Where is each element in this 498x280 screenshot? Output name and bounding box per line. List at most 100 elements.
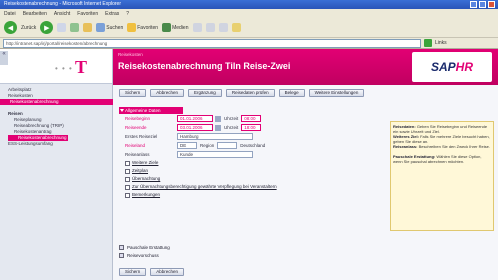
collapse-nav-icon[interactable]: « <box>0 51 8 65</box>
menu-bearbeiten[interactable]: Bearbeiten <box>23 11 47 17</box>
trip-start-label: Reisebeginn <box>125 116 151 121</box>
top-nav: Arbeitsplatz Reisekosten Reisekostenabre… <box>0 84 113 105</box>
search-button[interactable]: Suchen <box>96 23 123 32</box>
favorites-label: Favoriten <box>137 24 159 31</box>
go-button[interactable] <box>424 39 432 47</box>
destination-input[interactable]: Hamburg <box>177 133 253 140</box>
more-destinations-link[interactable]: Weitere Ziele <box>125 159 385 167</box>
destination-label: Erstes Reiseziel <box>125 134 158 139</box>
nav-item-reisekostenabrechnung[interactable]: Reisekostenabrechnung <box>0 99 113 105</box>
home-icon[interactable] <box>83 23 93 32</box>
expand-icon <box>125 160 130 166</box>
expand-icon <box>125 168 130 174</box>
trip-end-date-input[interactable]: 03.01.2006 <box>177 124 213 131</box>
media-icon <box>162 23 172 32</box>
stop-icon[interactable] <box>57 23 67 32</box>
detailed-nav: Reisen Reiseplanung Reiseabrechnung (TRI… <box>0 111 112 147</box>
logo-area: « • • • T <box>0 49 112 84</box>
region-input[interactable] <box>217 142 238 149</box>
save-button[interactable]: Sichern <box>119 89 147 97</box>
reason-row: Reiseanlass Kunde <box>125 150 385 159</box>
trip-start-time-label: Uhrzeit <box>224 116 239 121</box>
help-title-3: Reiseanlass: <box>393 144 418 149</box>
accommodation-label: Übernachtung <box>132 176 161 181</box>
links-button[interactable]: Links <box>435 40 447 46</box>
meals-provided-label: Zur Übernachtungsberechtigung gewährte V… <box>132 184 277 189</box>
trip-form: Allgemeine Daten Reisebeginn 01.01.2006 … <box>119 107 385 257</box>
history-icon[interactable] <box>192 23 202 32</box>
region-label: Region <box>200 143 215 148</box>
supplement-button[interactable]: Ergänzung <box>188 89 222 97</box>
country-input[interactable]: DE <box>177 142 197 149</box>
more-settings-button[interactable]: Weitere Einstellungen <box>308 89 365 97</box>
sap-logo-hr: HR <box>455 60 474 74</box>
window-title-bar: Reisekostenabrechnung - Microsoft Intern… <box>0 0 498 9</box>
calendar-icon[interactable] <box>215 124 221 131</box>
print-icon[interactable] <box>218 23 228 32</box>
advance-option[interactable]: Reisevorschuss <box>119 251 170 259</box>
cancel-button[interactable]: Abbrechen <box>150 89 185 97</box>
reason-input[interactable]: Kunde <box>177 151 253 158</box>
meals-provided-link[interactable]: Zur Übernachtungsberechtigung gewährte V… <box>125 183 385 191</box>
breadcrumb[interactable]: Reisekosten <box>118 52 143 57</box>
browser-toolbar: ◀ Zurück ▶ Suchen Favoriten Medien <box>0 18 498 38</box>
flat-rate-option[interactable]: Pauschale Erstattung <box>119 243 170 251</box>
menu-favoriten[interactable]: Favoriten <box>77 11 98 17</box>
calendar-icon[interactable] <box>215 115 221 122</box>
extras-section: Pauschale Erstattung Reisevorschuss <box>119 243 170 259</box>
folder-icon[interactable] <box>231 23 241 32</box>
trip-end-label: Reiseende <box>125 125 147 130</box>
trip-end-row: Reiseende 03.01.2006 Uhrzeit 18:00 <box>125 123 385 132</box>
mail-icon[interactable] <box>205 23 215 32</box>
page-title: Reisekostenabrechnung Tiln Reise-Zwei <box>118 61 291 71</box>
bottom-button-row: Sichern Abbrechen <box>119 268 185 276</box>
remarks-link[interactable]: Bemerkungen <box>125 191 385 199</box>
schedule-link[interactable]: Zeitplan <box>125 167 385 175</box>
back-label[interactable]: Zurück <box>21 25 36 31</box>
help-pane: Reisedaten: Geben Sie Reisebeginn und Re… <box>390 121 494 231</box>
trip-start-time-input[interactable]: 08:00 <box>241 115 262 122</box>
menu-ansicht[interactable]: Ansicht <box>54 11 70 17</box>
general-data-tray[interactable]: Allgemeine Daten <box>119 107 183 114</box>
star-icon <box>127 23 137 32</box>
menu-extras[interactable]: Extras <box>105 11 119 17</box>
expand-icon <box>125 192 130 198</box>
media-label: Medien <box>172 24 189 31</box>
check-trip-button[interactable]: Reisedaten prüfen <box>225 89 275 97</box>
receipts-button[interactable]: Belege <box>278 89 305 97</box>
telekom-logo: T <box>75 57 88 77</box>
forward-button[interactable]: ▶ <box>40 21 54 34</box>
help-text-3: Beschreiben Sie den Zweck Ihrer Reise. <box>418 144 490 149</box>
menu-bar: Datei Bearbeiten Ansicht Favoriten Extra… <box>0 9 498 18</box>
expand-icon <box>119 244 124 250</box>
accommodation-link[interactable]: Übernachtung <box>125 175 385 183</box>
logo-dots: • • • <box>55 64 73 73</box>
cancel-button-bottom[interactable]: Abbrechen <box>150 268 185 276</box>
close-icon[interactable] <box>488 1 495 8</box>
address-input[interactable]: http://intranet.sap/irj/portal/reisekost… <box>3 38 421 48</box>
navigation-panel: « • • • T Arbeitsplatz Reisekosten Reise… <box>0 49 113 280</box>
flat-rate-label: Pauschale Erstattung <box>127 244 170 250</box>
back-button[interactable]: ◀ <box>4 21 17 34</box>
trip-start-date-input[interactable]: 01.01.2006 <box>177 115 213 122</box>
maximize-icon[interactable] <box>479 1 486 8</box>
menu-datei[interactable]: Datei <box>4 11 16 17</box>
trip-end-time-input[interactable]: 18:00 <box>241 124 262 131</box>
nav-item-ess[interactable]: ESS-Leistungsumfang <box>8 141 112 147</box>
country-label: Reiseland <box>125 143 146 148</box>
expand-icon <box>119 252 124 258</box>
address-bar: http://intranet.sap/irj/portal/reisekost… <box>0 38 498 49</box>
media-button[interactable]: Medien <box>162 23 189 32</box>
favorites-button[interactable]: Favoriten <box>127 23 158 32</box>
checkbox-icon[interactable] <box>125 184 130 190</box>
refresh-icon[interactable] <box>70 23 80 32</box>
expand-icon <box>125 176 130 182</box>
reason-label: Reiseanlass <box>125 152 150 157</box>
trip-end-time-label: Uhrzeit <box>224 125 239 130</box>
window-title: Reisekostenabrechnung - Microsoft Intern… <box>4 1 122 7</box>
search-icon <box>96 23 106 32</box>
main-content: Reisekosten Reisekostenabrechnung Tiln R… <box>113 49 498 280</box>
minimize-icon[interactable] <box>470 1 477 8</box>
menu-help[interactable]: ? <box>126 11 129 17</box>
save-button-bottom[interactable]: Sichern <box>119 268 147 276</box>
